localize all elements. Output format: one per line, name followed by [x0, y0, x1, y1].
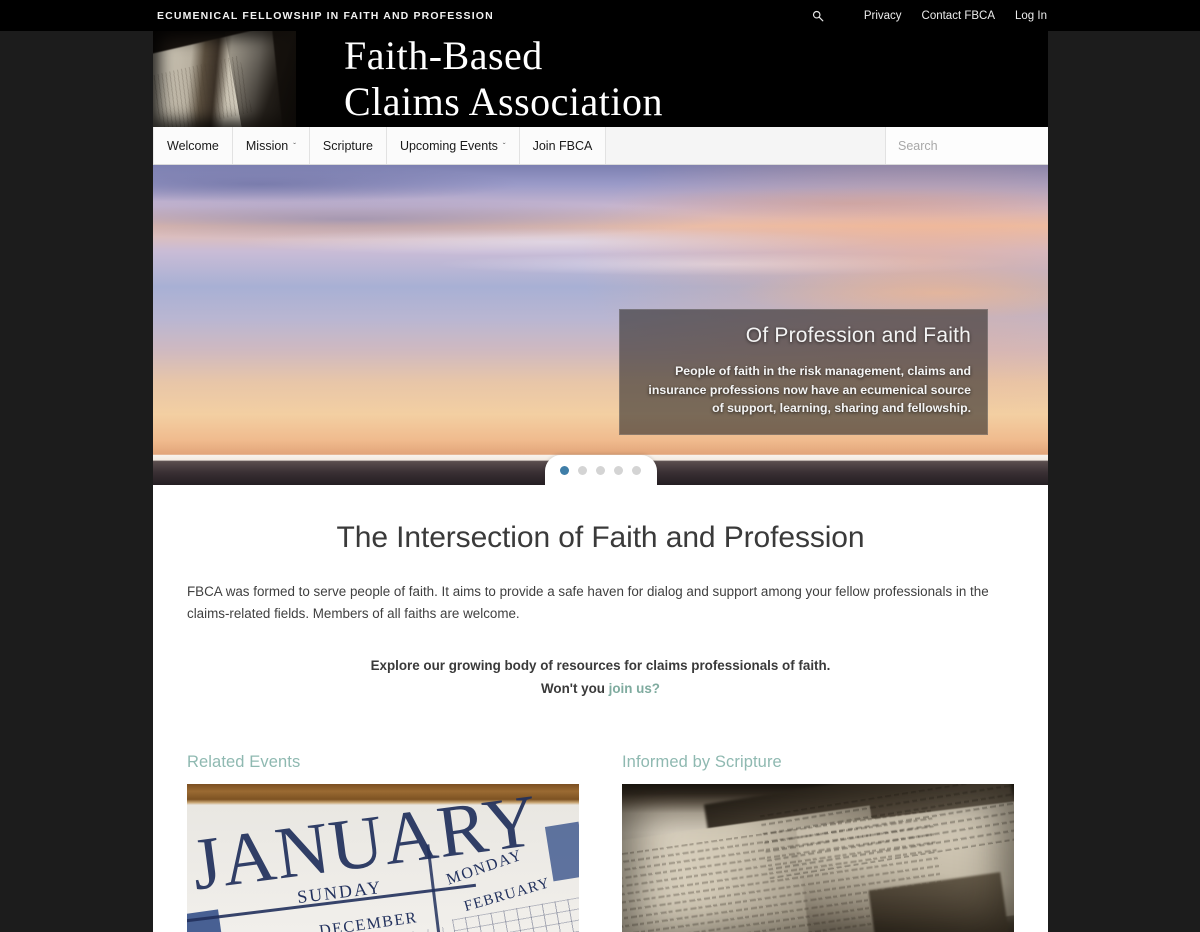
- slider-pagination: [544, 455, 657, 485]
- main-content: The Intersection of Faith and Profession…: [153, 485, 1048, 932]
- nav-item-mission[interactable]: Mission ˇ: [232, 127, 310, 164]
- search-icon[interactable]: [812, 10, 824, 22]
- top-utility-links: Privacy Contact FBCA Log In: [812, 10, 1047, 22]
- site-title-line-2: Claims Association: [344, 79, 663, 124]
- page-container: Faith-Based Claims Association Welcome M…: [153, 31, 1048, 932]
- nav-item-upcoming-events[interactable]: Upcoming Events ˇ: [386, 127, 520, 164]
- card-row: Related Events JANUARY SUNDAY MONDAY DEC…: [187, 753, 1014, 932]
- nav-search-box: [885, 127, 1048, 164]
- topbar-link-login[interactable]: Log In: [1015, 10, 1047, 22]
- cta-line-1: Explore our growing body of resources fo…: [370, 658, 831, 674]
- search-input[interactable]: [898, 138, 1048, 153]
- card-title: Related Events: [187, 752, 301, 771]
- cta-prefix: Won't you: [541, 681, 609, 696]
- slider-dot-5[interactable]: [632, 465, 641, 475]
- top-utility-bar: Ecumenical Fellowship in Faith and Profe…: [0, 0, 1200, 31]
- site-tagline: Ecumenical Fellowship in Faith and Profe…: [157, 9, 494, 22]
- site-title: Faith-Based Claims Association: [296, 31, 1048, 127]
- slider-dot-3[interactable]: [596, 465, 605, 475]
- topbar-link-contact[interactable]: Contact FBCA: [922, 10, 996, 22]
- slider-dot-1[interactable]: [560, 465, 569, 475]
- nav-item-welcome[interactable]: Welcome: [153, 127, 233, 164]
- calendar-edge-accent: [544, 821, 579, 882]
- site-logo-image[interactable]: [153, 31, 296, 127]
- join-us-link[interactable]: join us?: [609, 681, 660, 696]
- nav-item-list: Welcome Mission ˇ Scripture Upcoming Eve…: [153, 127, 607, 164]
- card-related-events: Related Events JANUARY SUNDAY MONDAY DEC…: [187, 753, 579, 932]
- nav-item-label: Mission: [245, 138, 289, 153]
- primary-navigation: Welcome Mission ˇ Scripture Upcoming Eve…: [153, 127, 1048, 165]
- card-informed-by-scripture: Informed by Scripture: [622, 753, 1014, 932]
- page-title: The Intersection of Faith and Profession: [336, 521, 865, 554]
- bible-vignette: [622, 784, 1014, 932]
- intro-paragraph: FBCA was formed to serve people of faith…: [187, 584, 989, 622]
- nav-item-label: Welcome: [167, 138, 219, 153]
- nav-item-label: Join FBCA: [532, 138, 593, 153]
- card-title: Informed by Scripture: [622, 752, 782, 771]
- nav-item-join-fbca[interactable]: Join FBCA: [519, 127, 607, 164]
- site-masthead: Faith-Based Claims Association: [153, 31, 1048, 127]
- topbar-link-privacy[interactable]: Privacy: [864, 10, 902, 22]
- nav-item-label: Scripture: [322, 138, 373, 153]
- calendar-december-label: DECEMBER: [318, 908, 419, 932]
- site-title-line-1: Faith-Based: [344, 33, 543, 79]
- logo-vignette: [153, 31, 296, 127]
- slider-dot-4[interactable]: [614, 465, 623, 475]
- hero-caption-title: Of Profession and Faith: [745, 324, 971, 347]
- call-to-action: Explore our growing body of resources fo…: [187, 655, 1014, 701]
- nav-item-scripture[interactable]: Scripture: [309, 127, 387, 164]
- hero-caption-body: People of faith in the risk management, …: [648, 364, 971, 416]
- chevron-down-icon: ˇ: [502, 141, 506, 151]
- nav-item-label: Upcoming Events: [399, 138, 498, 153]
- slider-dot-2[interactable]: [578, 465, 587, 475]
- bible-image[interactable]: [622, 783, 1014, 932]
- chevron-down-icon: ˇ: [293, 141, 296, 151]
- hero-caption: Of Profession and Faith People of faith …: [619, 309, 988, 436]
- calendar-image[interactable]: JANUARY SUNDAY MONDAY DECEMBER FEBRUARY: [187, 783, 579, 932]
- hero-slider[interactable]: Of Profession and Faith People of faith …: [153, 165, 1048, 485]
- cta-line-2: Won't you join us?: [187, 678, 1014, 701]
